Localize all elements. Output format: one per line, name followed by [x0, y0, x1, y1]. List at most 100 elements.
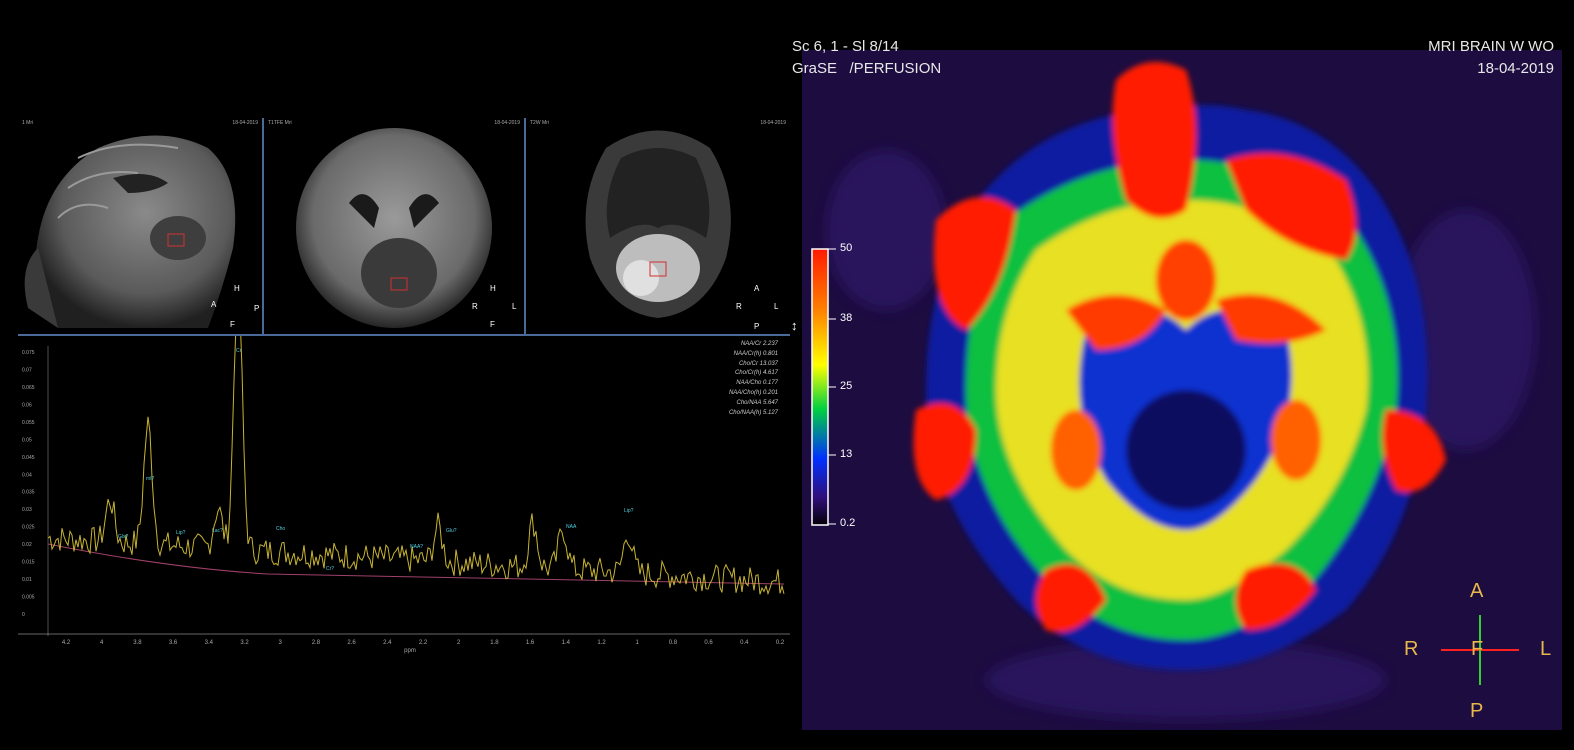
ratio-label: NAA/Cr: [740, 341, 763, 347]
y-tick-label: 0.04: [22, 472, 32, 478]
ratio-label: NAA/Cho: [736, 380, 763, 387]
ratio-row: Cho/NAA(h) 5.127: [729, 409, 778, 419]
spectroscopy-composite: 1 Mri 18-04-2019 H A P F T1TFE Mri 18-04…: [18, 118, 790, 656]
peak-label: Lip?: [176, 530, 186, 536]
orient-left-label: R: [1404, 638, 1419, 660]
y-tick-label: 0.075: [22, 350, 35, 356]
ratio-label: NAA/Cho(h): [728, 389, 763, 396]
ratio-row: NAA/Cr 2.237: [729, 340, 778, 350]
view-header-left: T1TFE Mri: [268, 120, 292, 126]
peak-label: mI?: [146, 476, 155, 482]
y-tick-label: 0.015: [22, 560, 35, 566]
x-tick-label: 1.2: [597, 640, 606, 646]
x-axis-label: ppm: [404, 648, 416, 654]
orient-bottom-label: P: [754, 322, 760, 331]
colorbar-label: 0.2: [840, 517, 856, 529]
x-tick-label: 0.6: [704, 640, 713, 646]
x-tick-label: 1.6: [526, 640, 535, 646]
colorbar-label: 50: [840, 242, 853, 254]
colorbar: [811, 248, 829, 526]
view-header-left: 1 Mri: [22, 120, 34, 126]
x-tick-label: 4.2: [62, 640, 71, 646]
y-tick-label: 0.05: [22, 437, 32, 443]
orient-top-label: A: [754, 284, 760, 293]
x-tick-label: 0.2: [776, 640, 785, 646]
perfusion-view[interactable]: Sc 6, 1 - Sl 8/14 GraSE /PERFUSION MRI B…: [786, 30, 1574, 750]
ratio-label: Cho/Cr: [738, 360, 760, 367]
y-tick-label: 0.065: [22, 385, 35, 391]
ratio-value: 0.177: [762, 380, 778, 387]
x-tick-label: 0.4: [740, 640, 749, 646]
colorbar-adjust-icon[interactable]: ↕: [791, 318, 798, 333]
y-tick-label: 0.055: [22, 420, 35, 426]
orient-left-label: R: [472, 302, 478, 311]
y-tick-label: 0.06: [22, 402, 32, 408]
ratio-value: 0.801: [762, 350, 778, 357]
x-tick-label: 1.8: [490, 640, 499, 646]
x-tick-label: 3.2: [240, 640, 249, 646]
peak-label: Lac?: [212, 528, 223, 534]
x-tick-label: 2.6: [347, 640, 356, 646]
peak-label: Glu?: [446, 528, 457, 534]
ratio-row: NAA/Cho(h) 0.201: [729, 389, 778, 399]
spectrum-trace: [47, 336, 785, 596]
mr-spectrum-plot[interactable]: 0.075 0.07 0.065 0.06 0.055 0.05 0.045 0.04 0.03…: [18, 336, 790, 656]
orient-right-label: L: [774, 302, 779, 311]
y-tick-label: 0.025: [22, 525, 35, 531]
ratio-label: NAA/Cr(h): [733, 350, 763, 357]
metabolite-ratios: NAA/Cr 2.237 NAA/Cr(h) 0.801 Cho/Cr 13.037…: [729, 340, 778, 418]
peak-label: Cr?: [326, 566, 334, 572]
ratio-value: 0.201: [762, 389, 778, 396]
y-tick-label: 0: [22, 612, 25, 618]
study-description: MRI BRAIN W WO: [1428, 38, 1554, 55]
x-tick-label: 2.8: [312, 640, 321, 646]
y-tick-label: 0.005: [22, 595, 35, 601]
orient-bottom-label: F: [490, 320, 495, 329]
colorbar-label: 13: [840, 448, 853, 460]
y-tick-label: 0.02: [22, 542, 32, 548]
orient-center-label: F: [1471, 638, 1484, 660]
sagittal-image: [24, 135, 236, 328]
orient-left-label: R: [736, 302, 742, 311]
peak-label: NAA?: [410, 544, 423, 550]
y-tick-label: 0.035: [22, 490, 35, 496]
y-tick-label: 0.045: [22, 455, 35, 461]
orient-bottom-label: F: [230, 320, 235, 329]
x-tick-label: 4: [100, 640, 104, 646]
axial-image: [585, 130, 731, 318]
x-tick-label: 3.4: [205, 640, 214, 646]
x-tick-label: 0.8: [669, 640, 678, 646]
ratio-row: NAA/Cr(h) 0.801: [729, 350, 778, 360]
x-tick-label: 3.8: [133, 640, 142, 646]
x-tick-label: 2.4: [383, 640, 392, 646]
peak-label: NAA: [566, 524, 577, 530]
orient-bottom-label: P: [1470, 700, 1484, 722]
axial-view[interactable]: T2W Mri 18-04-2019 A R L P: [526, 118, 790, 334]
coronal-image: [296, 128, 492, 328]
view-header-left: T2W Mri: [530, 120, 549, 126]
orient-right-label: P: [254, 304, 260, 313]
orient-top-label: A: [1470, 580, 1484, 602]
orient-right-label: L: [512, 302, 517, 311]
orient-top-label: H: [234, 284, 240, 293]
peak-label: Lip?: [624, 508, 634, 514]
peak-label: Glx?: [118, 534, 129, 540]
ratio-label: Cho/Cr(h): [734, 370, 763, 377]
sagittal-view[interactable]: 1 Mri 18-04-2019 H A P F: [18, 118, 262, 334]
colorbar-label: 38: [840, 312, 853, 324]
colorbar-label: 25: [840, 380, 853, 392]
x-tick-label: 3: [279, 640, 283, 646]
sequence-info: GraSE /PERFUSION: [792, 60, 942, 77]
peak-label: Cr: [236, 348, 242, 354]
coronal-view[interactable]: T1TFE Mri 18-04-2019 H R L F: [264, 118, 524, 334]
ratio-row: Cho/NAA 5.647: [729, 399, 778, 409]
perfusion-map-image: [802, 50, 1562, 730]
x-tick-label: 2: [457, 640, 461, 646]
study-date: 18-04-2019: [1477, 60, 1554, 77]
ratio-value: 4.617: [762, 370, 778, 377]
view-header-right: 18-04-2019: [494, 120, 520, 126]
y-tick-label: 0.01: [22, 577, 32, 583]
ratio-value: 5.647: [762, 399, 778, 406]
orient-top-label: H: [490, 284, 496, 293]
x-tick-label: 2.2: [419, 640, 428, 646]
